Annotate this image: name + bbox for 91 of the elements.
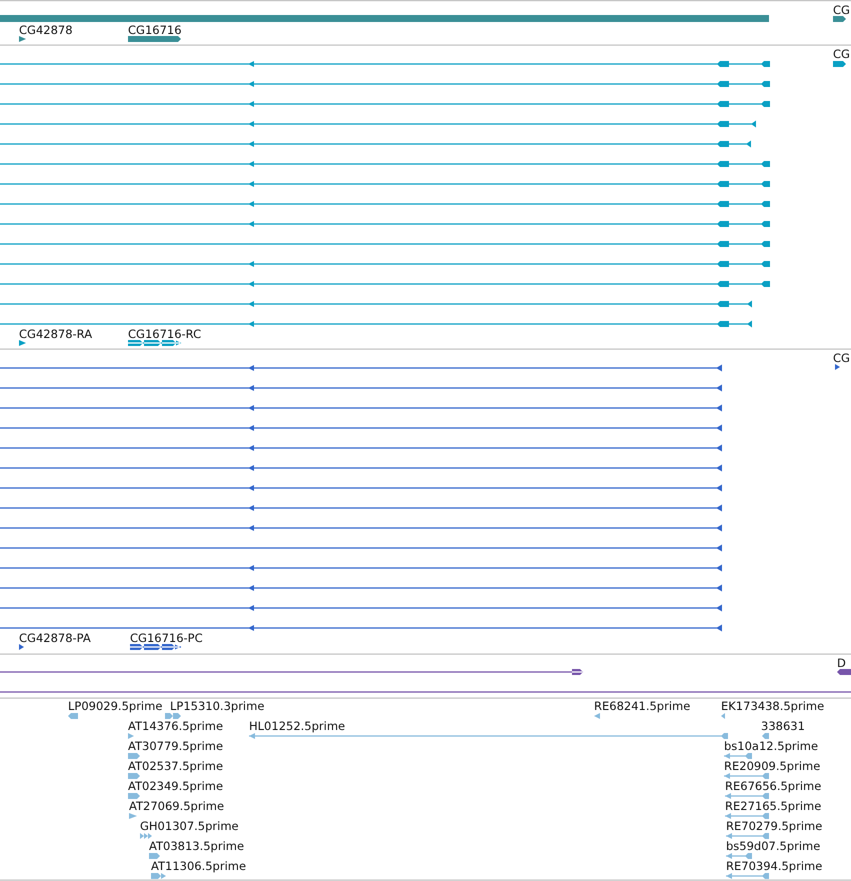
est-feature[interactable]: [724, 753, 752, 759]
est-feature[interactable]: [128, 733, 134, 739]
transcript-arrow-icon[interactable]: [19, 340, 26, 346]
protein-model[interactable]: [0, 384, 722, 392]
est-feature[interactable]: [726, 853, 752, 859]
protein-model[interactable]: [0, 524, 722, 532]
transcript-model[interactable]: [0, 140, 751, 148]
est-label: RE70394.5prime: [726, 859, 822, 873]
est-label: bs59d07.5prime: [726, 839, 820, 853]
est-label: LP15310.3prime: [170, 699, 264, 713]
region-label: D: [837, 656, 846, 670]
protein-label: CG: [833, 351, 850, 365]
gene-label: CG42878: [19, 23, 73, 37]
est-label: RE67656.5prime: [725, 779, 822, 793]
est-feature[interactable]: [725, 793, 769, 799]
transcript-model[interactable]: [128, 340, 181, 346]
est-feature[interactable]: [149, 853, 160, 859]
gene-label: CG16716: [128, 23, 182, 37]
region-feature[interactable]: [0, 669, 583, 675]
est-label: bs10a12.5prime: [724, 739, 818, 753]
transcript-model[interactable]: [0, 281, 770, 287]
est-label: AT03813.5prime: [149, 839, 244, 853]
protein-model[interactable]: [0, 484, 722, 492]
protein-model[interactable]: [0, 444, 722, 452]
est-feature[interactable]: [721, 713, 725, 719]
est-feature[interactable]: [762, 733, 769, 739]
transcript-model[interactable]: [0, 61, 770, 67]
transcript-model[interactable]: [0, 320, 752, 328]
protein-model[interactable]: [0, 604, 722, 612]
protein-model[interactable]: [0, 544, 722, 552]
transcript-model[interactable]: [0, 261, 770, 267]
est-label: RE20909.5prime: [724, 759, 820, 773]
protein-model[interactable]: [130, 644, 181, 650]
gene-bar[interactable]: [128, 36, 181, 42]
transcript-arrow-icon[interactable]: [833, 61, 846, 67]
transcript-label: CG16716-RC: [128, 327, 202, 341]
est-label: GH01307.5prime: [140, 819, 239, 833]
protein-label: CG16716-PC: [130, 631, 203, 645]
protein-model[interactable]: [0, 464, 722, 472]
est-label: HL01252.5prime: [249, 719, 346, 733]
protein-arrow-icon[interactable]: [19, 644, 24, 650]
est-feature[interactable]: [129, 813, 137, 819]
gene-arrow-icon[interactable]: [833, 16, 846, 22]
transcript-model[interactable]: [0, 300, 752, 308]
protein-model[interactable]: [0, 404, 722, 412]
protein-model[interactable]: [0, 624, 722, 632]
est-feature[interactable]: [165, 713, 181, 719]
est-feature[interactable]: [68, 713, 78, 719]
est-label: EK173438.5prime: [721, 699, 824, 713]
est-label: AT02537.5prime: [128, 759, 224, 773]
gene-arrow-icon[interactable]: [19, 36, 26, 42]
protein-model[interactable]: [0, 504, 722, 512]
transcript-model[interactable]: [0, 181, 770, 187]
est-feature[interactable]: [140, 833, 152, 839]
transcript-label: CG42878-RA: [19, 327, 92, 341]
est-feature[interactable]: [249, 733, 728, 739]
est-feature[interactable]: [726, 833, 769, 839]
est-label: AT02349.5prime: [128, 779, 224, 793]
protein-arrow-icon[interactable]: [835, 364, 840, 370]
est-feature[interactable]: [151, 873, 166, 879]
est-label: AT27069.5prime: [129, 799, 224, 813]
est-label: 338631: [761, 719, 805, 733]
transcript-model[interactable]: [0, 201, 770, 207]
protein-model[interactable]: [0, 364, 722, 372]
gene-label: CG: [833, 3, 850, 17]
transcript-model[interactable]: [0, 101, 770, 107]
est-label: RE27165.5prime: [725, 799, 822, 813]
transcript-model[interactable]: [0, 241, 770, 247]
transcript-model[interactable]: [0, 221, 770, 227]
est-label: LP09029.5prime: [68, 699, 162, 713]
region-feature[interactable]: [837, 669, 851, 675]
est-label: AT11306.5prime: [151, 859, 246, 873]
est-feature[interactable]: [128, 753, 140, 759]
protein-model[interactable]: [0, 564, 722, 572]
protein-model[interactable]: [0, 584, 722, 592]
est-feature[interactable]: [128, 773, 140, 779]
est-label: AT14376.5prime: [128, 719, 224, 733]
est-feature[interactable]: [726, 873, 769, 879]
protein-label: CG42878-PA: [19, 631, 91, 645]
protein-model[interactable]: [0, 424, 722, 432]
transcript-label: CG: [833, 47, 850, 61]
est-label: RE68241.5prime: [594, 699, 690, 713]
transcript-model[interactable]: [0, 81, 770, 87]
est-feature[interactable]: [594, 713, 600, 719]
est-feature[interactable]: [128, 793, 140, 799]
est-feature[interactable]: [724, 773, 769, 779]
transcript-model[interactable]: [0, 120, 756, 128]
est-label: AT30779.5prime: [128, 739, 224, 753]
est-feature[interactable]: [725, 813, 769, 819]
est-label: RE70279.5prime: [726, 819, 822, 833]
transcript-model[interactable]: [0, 161, 770, 167]
